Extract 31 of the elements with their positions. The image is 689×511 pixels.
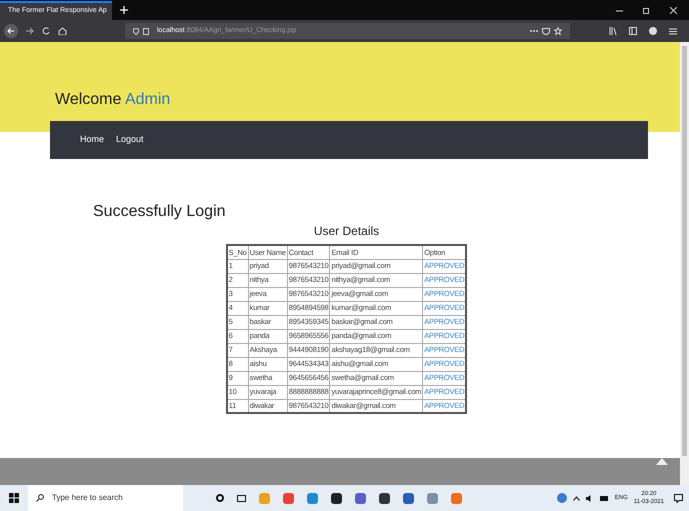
- star-icon[interactable]: [554, 27, 562, 35]
- restore-icon[interactable]: [643, 7, 650, 14]
- pocket-icon[interactable]: [542, 28, 550, 34]
- menu-icon[interactable]: [669, 28, 677, 34]
- search-icon: [36, 494, 44, 502]
- account-icon[interactable]: [649, 27, 657, 35]
- scroll-top-icon[interactable]: [656, 458, 668, 465]
- forward-icon[interactable]: [26, 27, 34, 35]
- task-view-icon[interactable]: [237, 494, 246, 502]
- page-icon: [143, 28, 149, 34]
- battery-icon[interactable]: [600, 496, 609, 500]
- table-title: User Details: [314, 223, 380, 240]
- home-icon[interactable]: [58, 27, 67, 35]
- welcome-heading: Welcome Admin: [55, 90, 170, 110]
- cortana-icon[interactable]: [216, 494, 224, 502]
- search-placeholder: Type here to search: [52, 492, 123, 504]
- chevron-up-icon[interactable]: [572, 496, 580, 500]
- windows-start-icon[interactable]: [9, 493, 19, 503]
- scrollbar[interactable]: [680, 42, 689, 485]
- back-icon[interactable]: [4, 24, 18, 38]
- people-icon[interactable]: [556, 493, 567, 503]
- close-icon[interactable]: [670, 7, 677, 14]
- taskbar-search-field[interactable]: Type here to search: [28, 485, 183, 511]
- login-message: Successfully Login: [93, 202, 227, 222]
- sidebar-icon[interactable]: [629, 27, 637, 35]
- notification-icon[interactable]: [674, 494, 683, 502]
- library-icon[interactable]: [609, 27, 617, 35]
- reload-icon[interactable]: [42, 27, 50, 35]
- new-tab-icon[interactable]: [120, 6, 128, 14]
- nav-link[interactable]: Home: [80, 133, 104, 147]
- nav-link[interactable]: Logout: [116, 133, 144, 147]
